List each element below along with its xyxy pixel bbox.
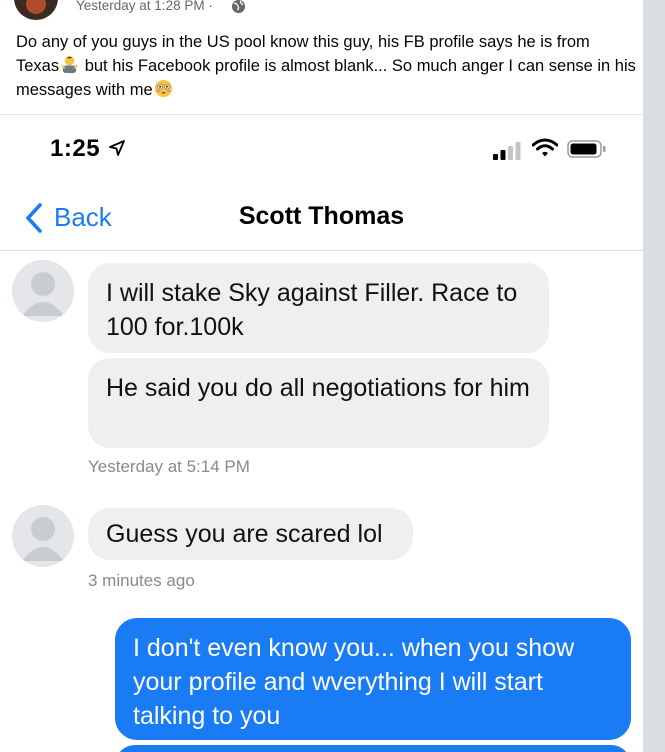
message-text: I don't even know you... when you show y… bbox=[133, 634, 575, 730]
message-text: Guess you are scared lol bbox=[106, 520, 383, 548]
message-text: I will stake Sky against Filler. Race to… bbox=[106, 279, 518, 341]
battery-icon bbox=[567, 140, 606, 158]
contact-avatar[interactable] bbox=[12, 505, 74, 567]
post-body-text: Do any of you guys in the US pool know t… bbox=[16, 30, 636, 102]
message-timestamp: 3 minutes ago bbox=[88, 571, 195, 590]
facebook-post: Yesterday at 1:28 PM · Do any of you guy… bbox=[0, 0, 643, 752]
attached-screenshot[interactable]: 1:25 Back Scott Thomas I will stake Sky … bbox=[0, 115, 643, 752]
message-bubble-incoming[interactable]: Guess you are scared lol bbox=[88, 508, 413, 560]
globe-icon[interactable] bbox=[231, 0, 246, 14]
message-bubble-outgoing-partial[interactable] bbox=[115, 745, 631, 752]
location-arrow-icon bbox=[109, 140, 125, 156]
post-text-part-2: but his Facebook profile is almost blank… bbox=[16, 57, 636, 99]
nav-divider bbox=[0, 250, 643, 251]
default-avatar-icon bbox=[12, 260, 74, 322]
flushed-face-emoji bbox=[154, 79, 172, 98]
cellular-signal-icon bbox=[493, 142, 521, 160]
message-bubble-outgoing[interactable]: I don't even know you... when you show y… bbox=[115, 618, 631, 740]
man-shrugging-emoji bbox=[61, 55, 78, 74]
status-time: 1:25 bbox=[50, 135, 101, 162]
chat-title: Scott Thomas bbox=[238, 202, 405, 230]
message-bubble-incoming[interactable]: I will stake Sky against Filler. Race to… bbox=[88, 263, 549, 353]
wifi-icon bbox=[532, 138, 558, 157]
message-text: He said you do all negotiations for him bbox=[106, 374, 530, 402]
post-header: Yesterday at 1:28 PM · bbox=[0, 0, 643, 22]
separator-dot: · bbox=[208, 0, 213, 13]
contact-avatar[interactable] bbox=[12, 260, 74, 322]
author-avatar[interactable] bbox=[14, 0, 58, 20]
message-bubble-incoming[interactable]: He said you do all negotiations for him bbox=[88, 358, 549, 448]
post-timestamp-link[interactable]: Yesterday at 1:28 PM bbox=[76, 0, 205, 13]
post-timestamp[interactable]: Yesterday at 1:28 PM · bbox=[76, 0, 213, 13]
message-timestamp: Yesterday at 5:14 PM bbox=[88, 457, 250, 476]
default-avatar-icon bbox=[12, 505, 74, 567]
